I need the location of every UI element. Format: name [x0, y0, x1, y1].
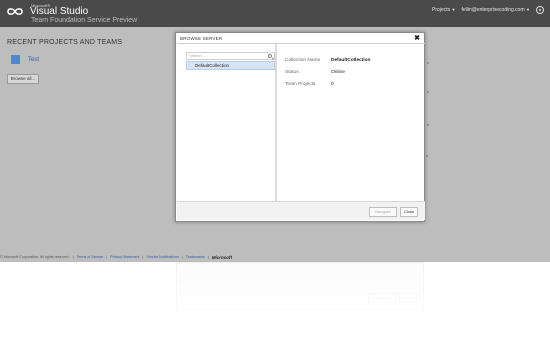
tree-item-defaultcollection[interactable]: DefaultCollection: [186, 61, 275, 70]
search-input[interactable]: Search...: [186, 52, 275, 60]
close-button[interactable]: Close: [400, 207, 418, 217]
page-footer: © Microsoft Corporation. All rights rese…: [0, 255, 232, 260]
detail-value: DefaultCollection: [331, 58, 371, 63]
user-email: fellin@enterprisecoding.com: [461, 7, 525, 13]
browse-all-button[interactable]: Browse all...: [7, 74, 39, 84]
brand-name: Visual Studio: [30, 6, 89, 17]
reflection-fade: [0, 262, 550, 348]
copyright-text: © Microsoft Corporation. All rights rese…: [0, 255, 70, 259]
dialog-footer: Navigate Close: [177, 201, 425, 220]
detail-label: Collection Name: [285, 58, 321, 63]
footer-divider: |: [207, 255, 209, 259]
main-page: Microsoft® Visual Studio Team Foundation…: [0, 0, 550, 262]
search-icon[interactable]: [268, 54, 272, 58]
navigate-button[interactable]: Navigate: [369, 207, 397, 217]
background-fragment: e: [427, 122, 430, 127]
infinity-logo-icon: [7, 8, 23, 15]
user-menu[interactable]: fellin@enterprisecoding.com ▼: [461, 7, 530, 13]
projects-menu[interactable]: Projects ▼: [432, 7, 455, 13]
detail-value: Online: [331, 70, 345, 75]
dialog-body: Search... DefaultCollection Collection N…: [177, 43, 425, 204]
project-link[interactable]: Test: [28, 57, 39, 63]
gear-icon[interactable]: [536, 6, 544, 14]
header-nav: Projects ▼ fellin@enterprisecoding.com ▼: [432, 6, 544, 14]
footer-divider: |: [106, 255, 108, 259]
privacy-link[interactable]: Privacy Statement: [110, 255, 139, 260]
dialog-title: BROWSE SERVER: [180, 36, 223, 41]
trademarks-link[interactable]: Trademarks: [186, 255, 205, 260]
section-title: RECENT PROJECTS AND TEAMS: [7, 39, 123, 46]
chevron-down-icon: ▼: [451, 7, 456, 12]
detail-label: Status: [285, 70, 299, 75]
collection-tree-pane: Search... DefaultCollection: [177, 44, 277, 204]
reflection-area: © Microsoft Corporation. All rights rese…: [0, 262, 550, 348]
detail-value: 0: [331, 82, 334, 87]
search-placeholder: Search...: [189, 53, 206, 58]
detail-label: Team Projects: [285, 82, 316, 87]
background-fragment: e: [427, 89, 430, 94]
footer-divider: |: [72, 255, 74, 259]
close-icon[interactable]: ✖: [414, 34, 420, 42]
background-fragment: e: [427, 60, 430, 65]
footer-divider: |: [181, 255, 183, 259]
chevron-down-icon: ▼: [526, 7, 530, 12]
top-header: Microsoft® Visual Studio Team Foundation…: [0, 0, 550, 27]
project-tile-icon[interactable]: [11, 55, 20, 64]
footer-divider: |: [142, 255, 144, 259]
browse-server-dialog: BROWSE SERVER ✖ Search... DefaultCollect…: [175, 32, 425, 222]
background-fragment: s: [426, 153, 428, 158]
terms-link[interactable]: Terms of Service: [77, 255, 104, 260]
microsoft-logo: Microsoft: [211, 255, 233, 260]
brand-subtitle: Team Foundation Service Preview: [31, 17, 138, 24]
service-notifications-link[interactable]: Service Notifications: [146, 255, 179, 260]
projects-menu-label: Projects: [432, 7, 451, 13]
